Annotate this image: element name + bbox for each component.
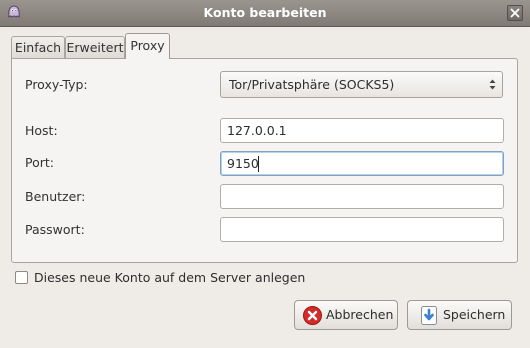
tab-proxy[interactable]: Proxy [125,33,170,59]
proxy-type-label: Proxy-Typ: [25,77,88,92]
window-title: Konto bearbeiten [203,5,327,20]
user-input[interactable] [220,184,504,209]
create-account-label[interactable]: Dieses neue Konto auf dem Server anlegen [34,270,305,285]
create-account-checkbox[interactable] [15,271,28,284]
cancel-label: Abbrechen [326,307,394,322]
text-caret [258,156,259,172]
proxy-type-value: Tor/Privatsphäre (SOCKS5) [229,77,395,92]
user-label: Benutzer: [25,189,86,204]
password-label: Passwort: [25,222,85,237]
close-icon [510,8,520,18]
up-down-arrows-icon [489,79,496,90]
host-input[interactable]: 127.0.0.1 [220,118,504,143]
save-button[interactable]: Speichern [407,300,512,330]
port-input[interactable]: 9150 [220,151,504,176]
proxy-type-select[interactable]: Tor/Privatsphäre (SOCKS5) [220,71,503,98]
cancel-icon [303,306,322,325]
host-value: 127.0.0.1 [227,123,287,138]
tab-einfach[interactable]: Einfach [11,36,65,58]
host-label: Host: [25,123,58,138]
password-input[interactable] [220,217,504,242]
close-button[interactable] [507,5,523,21]
cancel-button[interactable]: Abbrechen [294,300,398,330]
title-bar: Konto bearbeiten [0,0,530,27]
port-label: Port: [25,155,54,170]
save-label: Speichern [443,307,506,322]
save-icon [421,306,437,325]
port-value: 9150 [227,156,259,171]
tab-erweitert[interactable]: Erweitert [65,36,125,58]
